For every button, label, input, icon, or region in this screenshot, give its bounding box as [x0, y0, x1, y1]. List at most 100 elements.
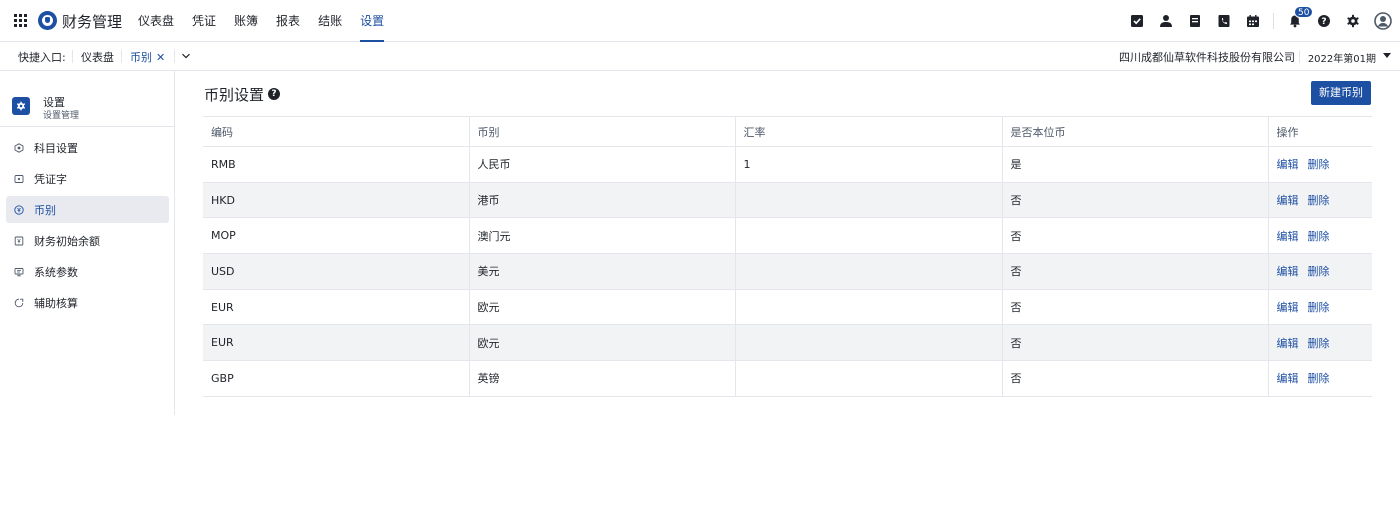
- quick-tab-dashboard[interactable]: 仪表盘: [81, 49, 114, 65]
- cell-is-base: 否: [1001, 217, 1268, 255]
- calendar-icon[interactable]: [1245, 13, 1261, 29]
- cell-code: USD: [203, 253, 469, 290]
- table-header-row: 编码 币别 汇率 是否本位币 操作: [203, 116, 1372, 147]
- column-header-code: 编码: [203, 116, 469, 147]
- currency-icon: [14, 204, 24, 215]
- sidebar-item-label: 系统参数: [34, 265, 78, 279]
- cell-actions: 编辑 删除: [1267, 217, 1372, 255]
- edit-link[interactable]: 编辑: [1277, 265, 1299, 278]
- company-name: 四川成都仙草软件科技股份有限公司: [1119, 51, 1295, 64]
- settings-module-icon: [12, 97, 30, 115]
- cell-currency: 港币: [468, 182, 735, 219]
- nav-reports[interactable]: 报表: [276, 0, 300, 42]
- delete-link[interactable]: 删除: [1308, 265, 1330, 278]
- new-currency-button[interactable]: 新建币别: [1311, 81, 1371, 105]
- notification-badge: 50: [1294, 6, 1314, 18]
- cell-rate: [734, 324, 1002, 362]
- cell-currency: 欧元: [468, 289, 735, 326]
- caret-down-icon[interactable]: [1383, 53, 1391, 58]
- delete-link[interactable]: 删除: [1308, 301, 1330, 314]
- cell-actions: 编辑 删除: [1267, 146, 1372, 183]
- delete-link[interactable]: 删除: [1308, 337, 1330, 350]
- phone-book-icon[interactable]: [1216, 13, 1232, 29]
- nav-settings[interactable]: 设置: [360, 0, 385, 42]
- table-row: EUR 欧元 否 编辑 删除: [203, 289, 1372, 326]
- edit-link[interactable]: 编辑: [1277, 230, 1299, 243]
- sidebar-item-subject-settings[interactable]: 科目设置: [6, 134, 169, 161]
- sidebar-item-voucher-word[interactable]: 凭证字: [6, 165, 169, 192]
- main-nav: 仪表盘 凭证 账簿 报表 结账 设置: [138, 0, 402, 42]
- column-header-actions: 操作: [1267, 116, 1372, 147]
- table-row: HKD 港币 否 编辑 删除: [203, 182, 1372, 219]
- cell-currency: 美元: [468, 253, 735, 290]
- edit-link[interactable]: 编辑: [1277, 194, 1299, 207]
- cell-is-base: 否: [1001, 360, 1268, 397]
- check-square-icon[interactable]: [1129, 13, 1145, 29]
- cell-actions: 编辑 删除: [1267, 182, 1372, 219]
- cell-actions: 编辑 删除: [1267, 360, 1372, 397]
- delete-link[interactable]: 删除: [1308, 194, 1330, 207]
- cell-is-base: 否: [1001, 324, 1268, 362]
- sidebar-header: 设置 设置管理: [0, 71, 174, 127]
- quick-divider: [121, 50, 122, 63]
- cell-code: GBP: [203, 360, 469, 397]
- sidebar-item-label: 凭证字: [34, 172, 67, 186]
- bell-icon[interactable]: 50: [1287, 6, 1314, 29]
- nav-voucher[interactable]: 凭证: [192, 0, 216, 42]
- sidebar-item-label: 科目设置: [34, 141, 78, 155]
- edit-link[interactable]: 编辑: [1277, 158, 1299, 171]
- toolbar-divider: [1273, 13, 1274, 29]
- sidebar-item-label: 辅助核算: [34, 296, 78, 310]
- user-icon[interactable]: [1158, 13, 1174, 29]
- nav-ledger[interactable]: 账簿: [234, 0, 258, 42]
- help-icon[interactable]: ?: [1316, 13, 1332, 29]
- apps-grid-icon[interactable]: [14, 14, 27, 27]
- sidebar-item-currency[interactable]: 币别: [6, 196, 169, 223]
- cell-actions: 编辑 删除: [1267, 253, 1372, 290]
- cell-rate: [734, 289, 1002, 326]
- cell-rate: [734, 217, 1002, 255]
- delete-link[interactable]: 删除: [1308, 372, 1330, 385]
- sidebar-item-label: 财务初始余额: [34, 234, 100, 248]
- cell-is-base: 否: [1001, 253, 1268, 290]
- close-icon[interactable]: ✕: [156, 51, 165, 64]
- page-title: 币别设置: [204, 86, 265, 104]
- sidebar-item-auxiliary-accounting[interactable]: 辅助核算: [6, 289, 169, 316]
- edit-link[interactable]: 编辑: [1277, 337, 1299, 350]
- quick-tab-currency[interactable]: 币别 ✕: [130, 49, 165, 65]
- question-circle-icon[interactable]: ?: [268, 88, 280, 100]
- cell-rate: [734, 360, 1002, 397]
- edit-link[interactable]: 编辑: [1277, 301, 1299, 314]
- auxiliary-icon: [14, 298, 24, 308]
- period-selector[interactable]: 2022年第01期: [1308, 50, 1376, 65]
- sidebar: 设置 设置管理 科目设置 凭证字 币别 财务初始余额 系统参数 辅助核算: [0, 71, 175, 415]
- cell-is-base: 是: [1001, 146, 1268, 183]
- table-row: USD 美元 否 编辑 删除: [203, 253, 1372, 290]
- document-icon[interactable]: [1187, 13, 1203, 29]
- delete-link[interactable]: 删除: [1308, 230, 1330, 243]
- quick-divider: [174, 50, 175, 63]
- column-header-rate: 汇率: [734, 116, 1002, 147]
- cell-is-base: 否: [1001, 289, 1268, 326]
- nav-dashboard[interactable]: 仪表盘: [138, 0, 174, 42]
- gear-icon[interactable]: [1345, 13, 1361, 29]
- cell-code: MOP: [203, 217, 469, 255]
- cell-code: HKD: [203, 182, 469, 219]
- edit-link[interactable]: 编辑: [1277, 372, 1299, 385]
- delete-link[interactable]: 删除: [1308, 158, 1330, 171]
- cell-code: EUR: [203, 289, 469, 326]
- cell-rate: 1: [734, 146, 1002, 183]
- table-row: GBP 英镑 否 编辑 删除: [203, 360, 1372, 397]
- balance-icon: [14, 236, 24, 246]
- table-row: RMB 人民币 1 是 编辑 删除: [203, 146, 1372, 183]
- top-toolbar: 50 ?: [1116, 0, 1392, 42]
- quick-divider: [1299, 50, 1300, 63]
- chevron-down-icon[interactable]: [181, 51, 191, 61]
- nav-closing[interactable]: 结账: [318, 0, 342, 42]
- sidebar-item-system-params[interactable]: 系统参数: [6, 258, 169, 285]
- subject-icon: [14, 142, 24, 153]
- avatar-icon[interactable]: [1374, 12, 1392, 30]
- monitor-icon: [14, 267, 24, 277]
- column-header-currency: 币别: [468, 116, 735, 147]
- sidebar-item-initial-balance[interactable]: 财务初始余额: [6, 227, 169, 254]
